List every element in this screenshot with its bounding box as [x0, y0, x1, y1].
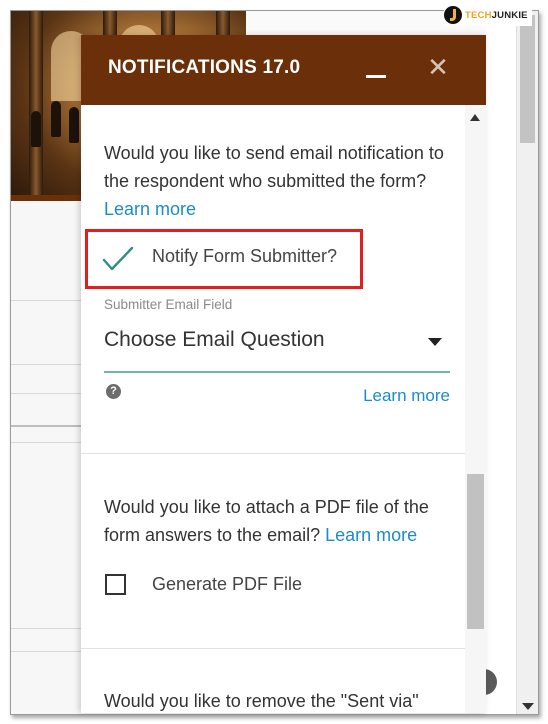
checkmark-icon [102, 246, 134, 271]
background-form-area [11, 201, 81, 714]
minimize-icon[interactable] [364, 53, 388, 83]
pdf-attachment-question: Would you like to attach a PDF file of t… [104, 497, 429, 545]
page-scrollbar-thumb[interactable] [520, 15, 535, 143]
email-question-select[interactable]: Choose Email Question [104, 321, 450, 373]
learn-more-link-right[interactable]: Learn more [363, 386, 450, 406]
learn-more-link[interactable]: Learn more [104, 199, 196, 219]
panel-content: Would you like to send email notificatio… [81, 105, 465, 713]
panel-header: NOTIFICATIONS 17.0 ✕ [81, 35, 486, 105]
section-divider [81, 648, 465, 649]
background-right-area [486, 11, 516, 714]
techjunkie-logo: TECHJUNKIE [444, 4, 532, 26]
pdf-learn-more-link[interactable]: Learn more [325, 525, 417, 545]
submitter-email-field-caption: Submitter Email Field [104, 297, 233, 312]
scroll-up-arrow[interactable] [470, 114, 480, 121]
notify-submitter-checkbox[interactable] [101, 245, 135, 273]
email-notification-question: Would you like to send email notificatio… [104, 143, 444, 219]
section-divider [81, 453, 465, 454]
page-scrollbar[interactable] [516, 11, 538, 714]
techjunkie-logo-text: TECHJUNKIE [465, 9, 528, 21]
email-question-select-value: Choose Email Question [104, 328, 325, 351]
techjunkie-logo-icon [444, 6, 462, 24]
notifications-panel: NOTIFICATIONS 17.0 ✕ Would you like to s… [81, 35, 486, 713]
question-circle-icon[interactable]: ? [106, 384, 121, 399]
panel-scrollbar-thumb[interactable] [467, 474, 484, 629]
page-scroll-down-arrow[interactable] [522, 703, 534, 710]
generate-pdf-checkbox[interactable] [105, 574, 126, 595]
notify-submitter-label[interactable]: Notify Form Submitter? [152, 246, 337, 267]
panel-scrollbar[interactable] [465, 105, 486, 713]
sent-via-question: Would you like to remove the "Sent via" [104, 691, 419, 711]
panel-title: NOTIFICATIONS 17.0 [108, 57, 301, 78]
caret-down-icon [428, 338, 442, 346]
generate-pdf-label[interactable]: Generate PDF File [152, 574, 302, 595]
close-icon[interactable]: ✕ [426, 54, 450, 80]
